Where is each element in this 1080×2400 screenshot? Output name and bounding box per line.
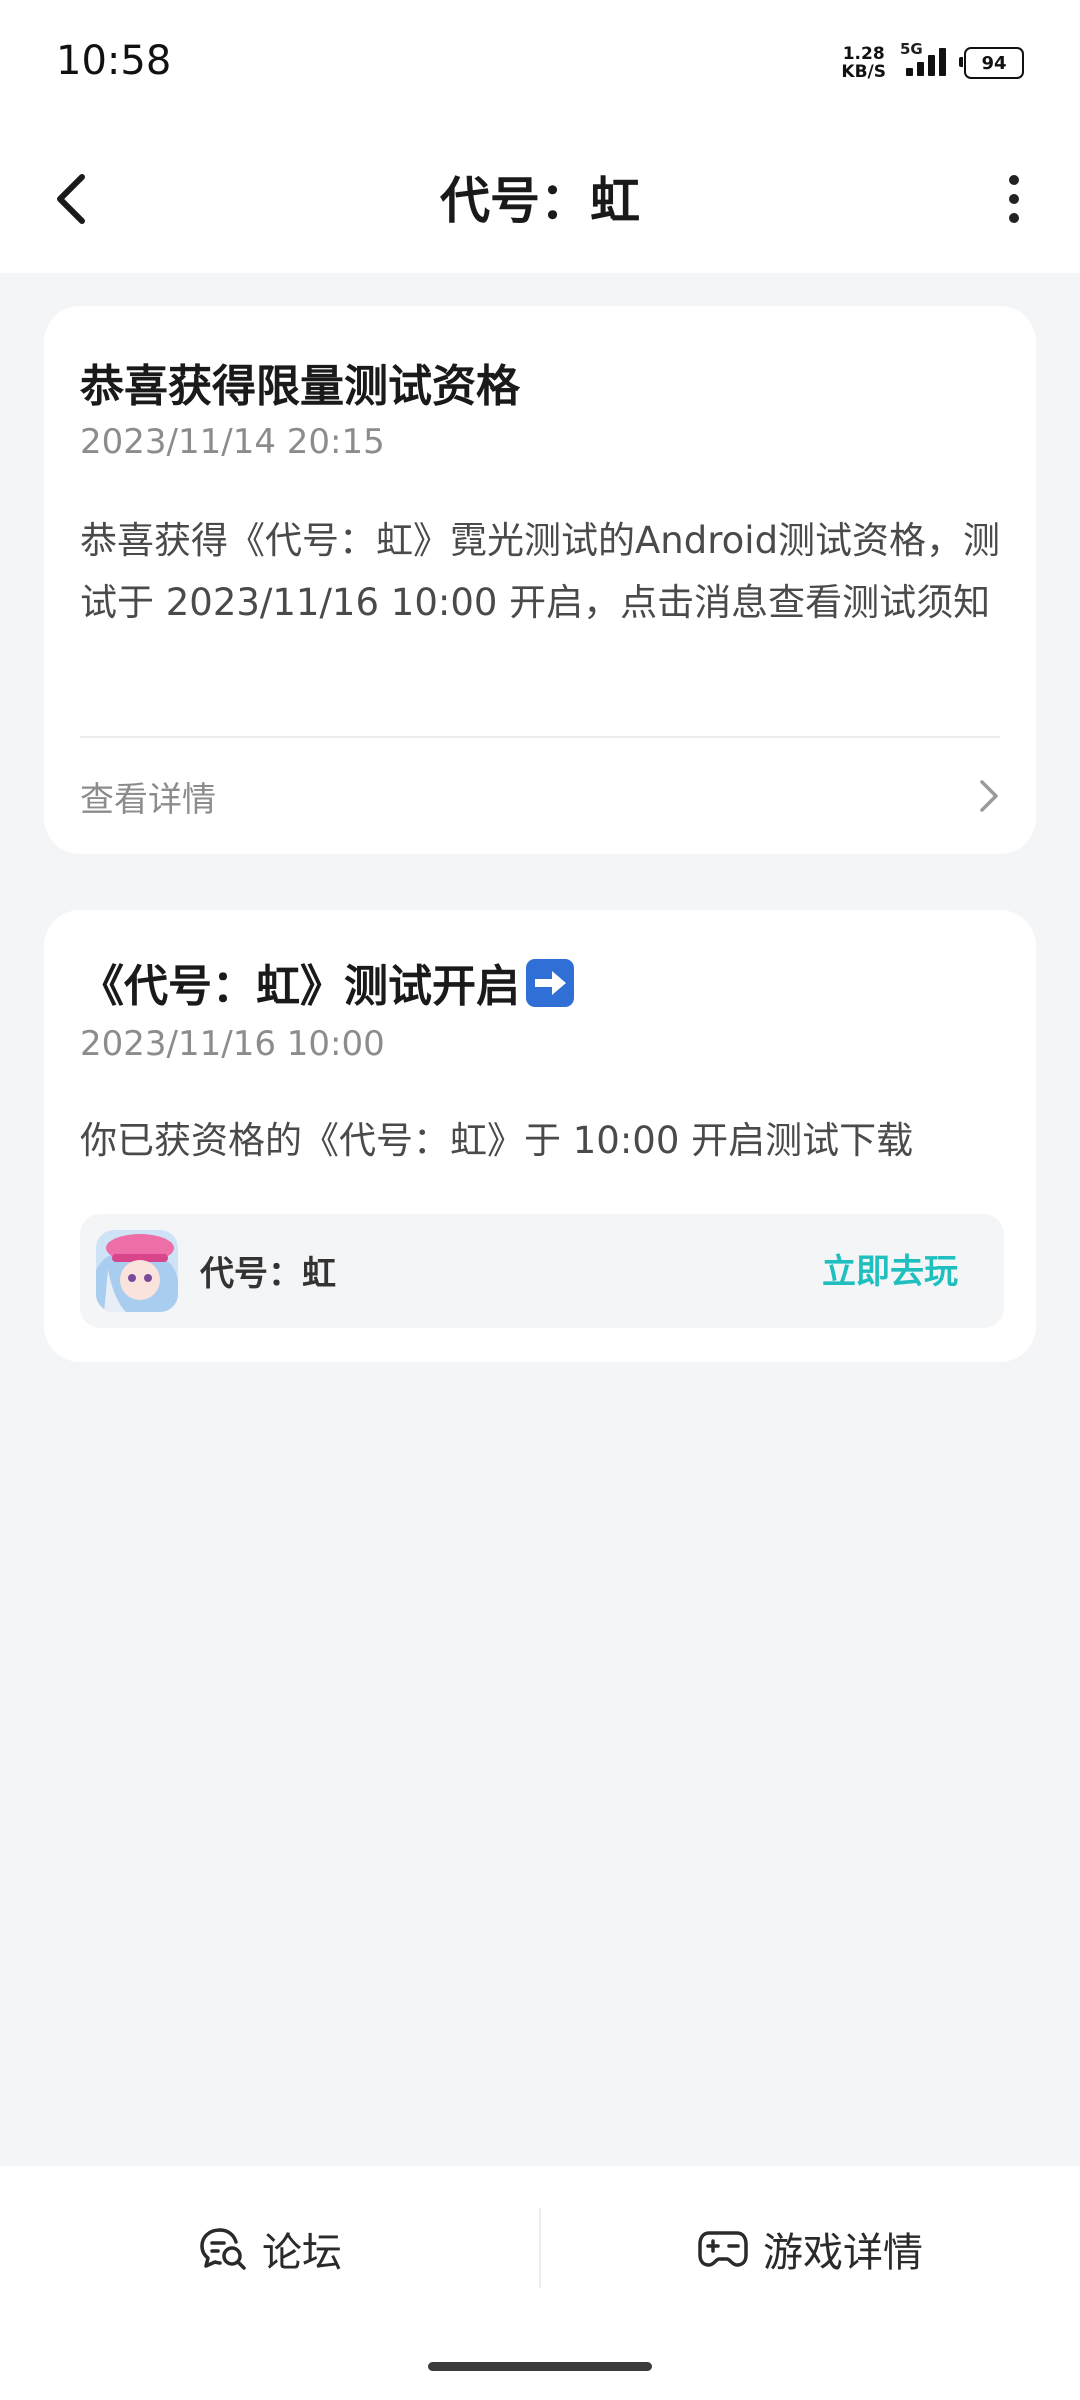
gamepad-icon	[698, 2230, 748, 2267]
more-options-button[interactable]	[978, 163, 1050, 235]
forum-label: 论坛	[262, 2229, 342, 2276]
view-details-link[interactable]: 查看详情	[80, 761, 1000, 831]
game-entry[interactable]: 代号：虹 立即去玩	[80, 1214, 1004, 1328]
message-card-test-open[interactable]: 《代号：虹》测试开启 2023/11/16 10:00 你已获资格的《代号：虹》…	[44, 910, 1036, 1362]
message-date: 2023/11/14 20:15	[80, 422, 385, 462]
status-bar: 10:58 1.28 KB/S 5G 94	[0, 0, 1080, 125]
network-speed-value: 1.28	[842, 44, 885, 64]
battery-icon: 94	[959, 47, 1024, 79]
status-time: 10:58	[56, 38, 172, 84]
message-body: 恭喜获得《代号：虹》霓光测试的Android测试资格，测试于 2023/11/1…	[80, 519, 1001, 624]
chevron-right-icon	[980, 780, 998, 812]
card-divider	[80, 736, 1000, 738]
message-body: 你已获资格的《代号：虹》于 10:00 开启测试下载	[80, 1119, 914, 1162]
game-details-label: 游戏详情	[763, 2229, 923, 2276]
message-title-text: 《代号：虹》测试开启	[80, 961, 520, 1012]
game-details-button[interactable]: 游戏详情	[540, 2166, 1080, 2331]
bottom-action-bar: 论坛 游戏详情	[0, 2166, 1080, 2400]
game-name: 代号：虹	[200, 1254, 336, 1294]
network-type: 5G	[900, 40, 923, 58]
message-title: 恭喜获得限量测试资格	[80, 361, 520, 412]
page-title: 代号：虹	[440, 172, 640, 230]
home-indicator[interactable]	[428, 2362, 652, 2371]
chat-search-icon	[200, 2227, 246, 2270]
signal-icon: 5G	[900, 40, 950, 82]
message-date: 2023/11/16 10:00	[80, 1024, 385, 1064]
message-card-qualification[interactable]: 恭喜获得限量测试资格 2023/11/14 20:15 恭喜获得《代号：虹》霓光…	[44, 306, 1036, 854]
more-vertical-icon	[1009, 175, 1019, 185]
network-speed-unit: KB/S	[841, 62, 886, 82]
play-now-button[interactable]: 立即去玩	[822, 1244, 958, 1293]
forum-button[interactable]: 论坛	[0, 2166, 540, 2331]
status-icons: 1.28 KB/S 5G 94	[841, 40, 1024, 84]
top-nav-bar: 代号：虹	[0, 125, 1080, 273]
right-arrow-emoji-icon	[526, 959, 574, 1007]
network-speed: 1.28 KB/S	[841, 45, 886, 81]
message-title: 《代号：虹》测试开启	[80, 950, 574, 1014]
view-details-label: 查看详情	[80, 779, 216, 820]
game-app-icon	[96, 1230, 178, 1312]
battery-level: 94	[981, 52, 1007, 74]
